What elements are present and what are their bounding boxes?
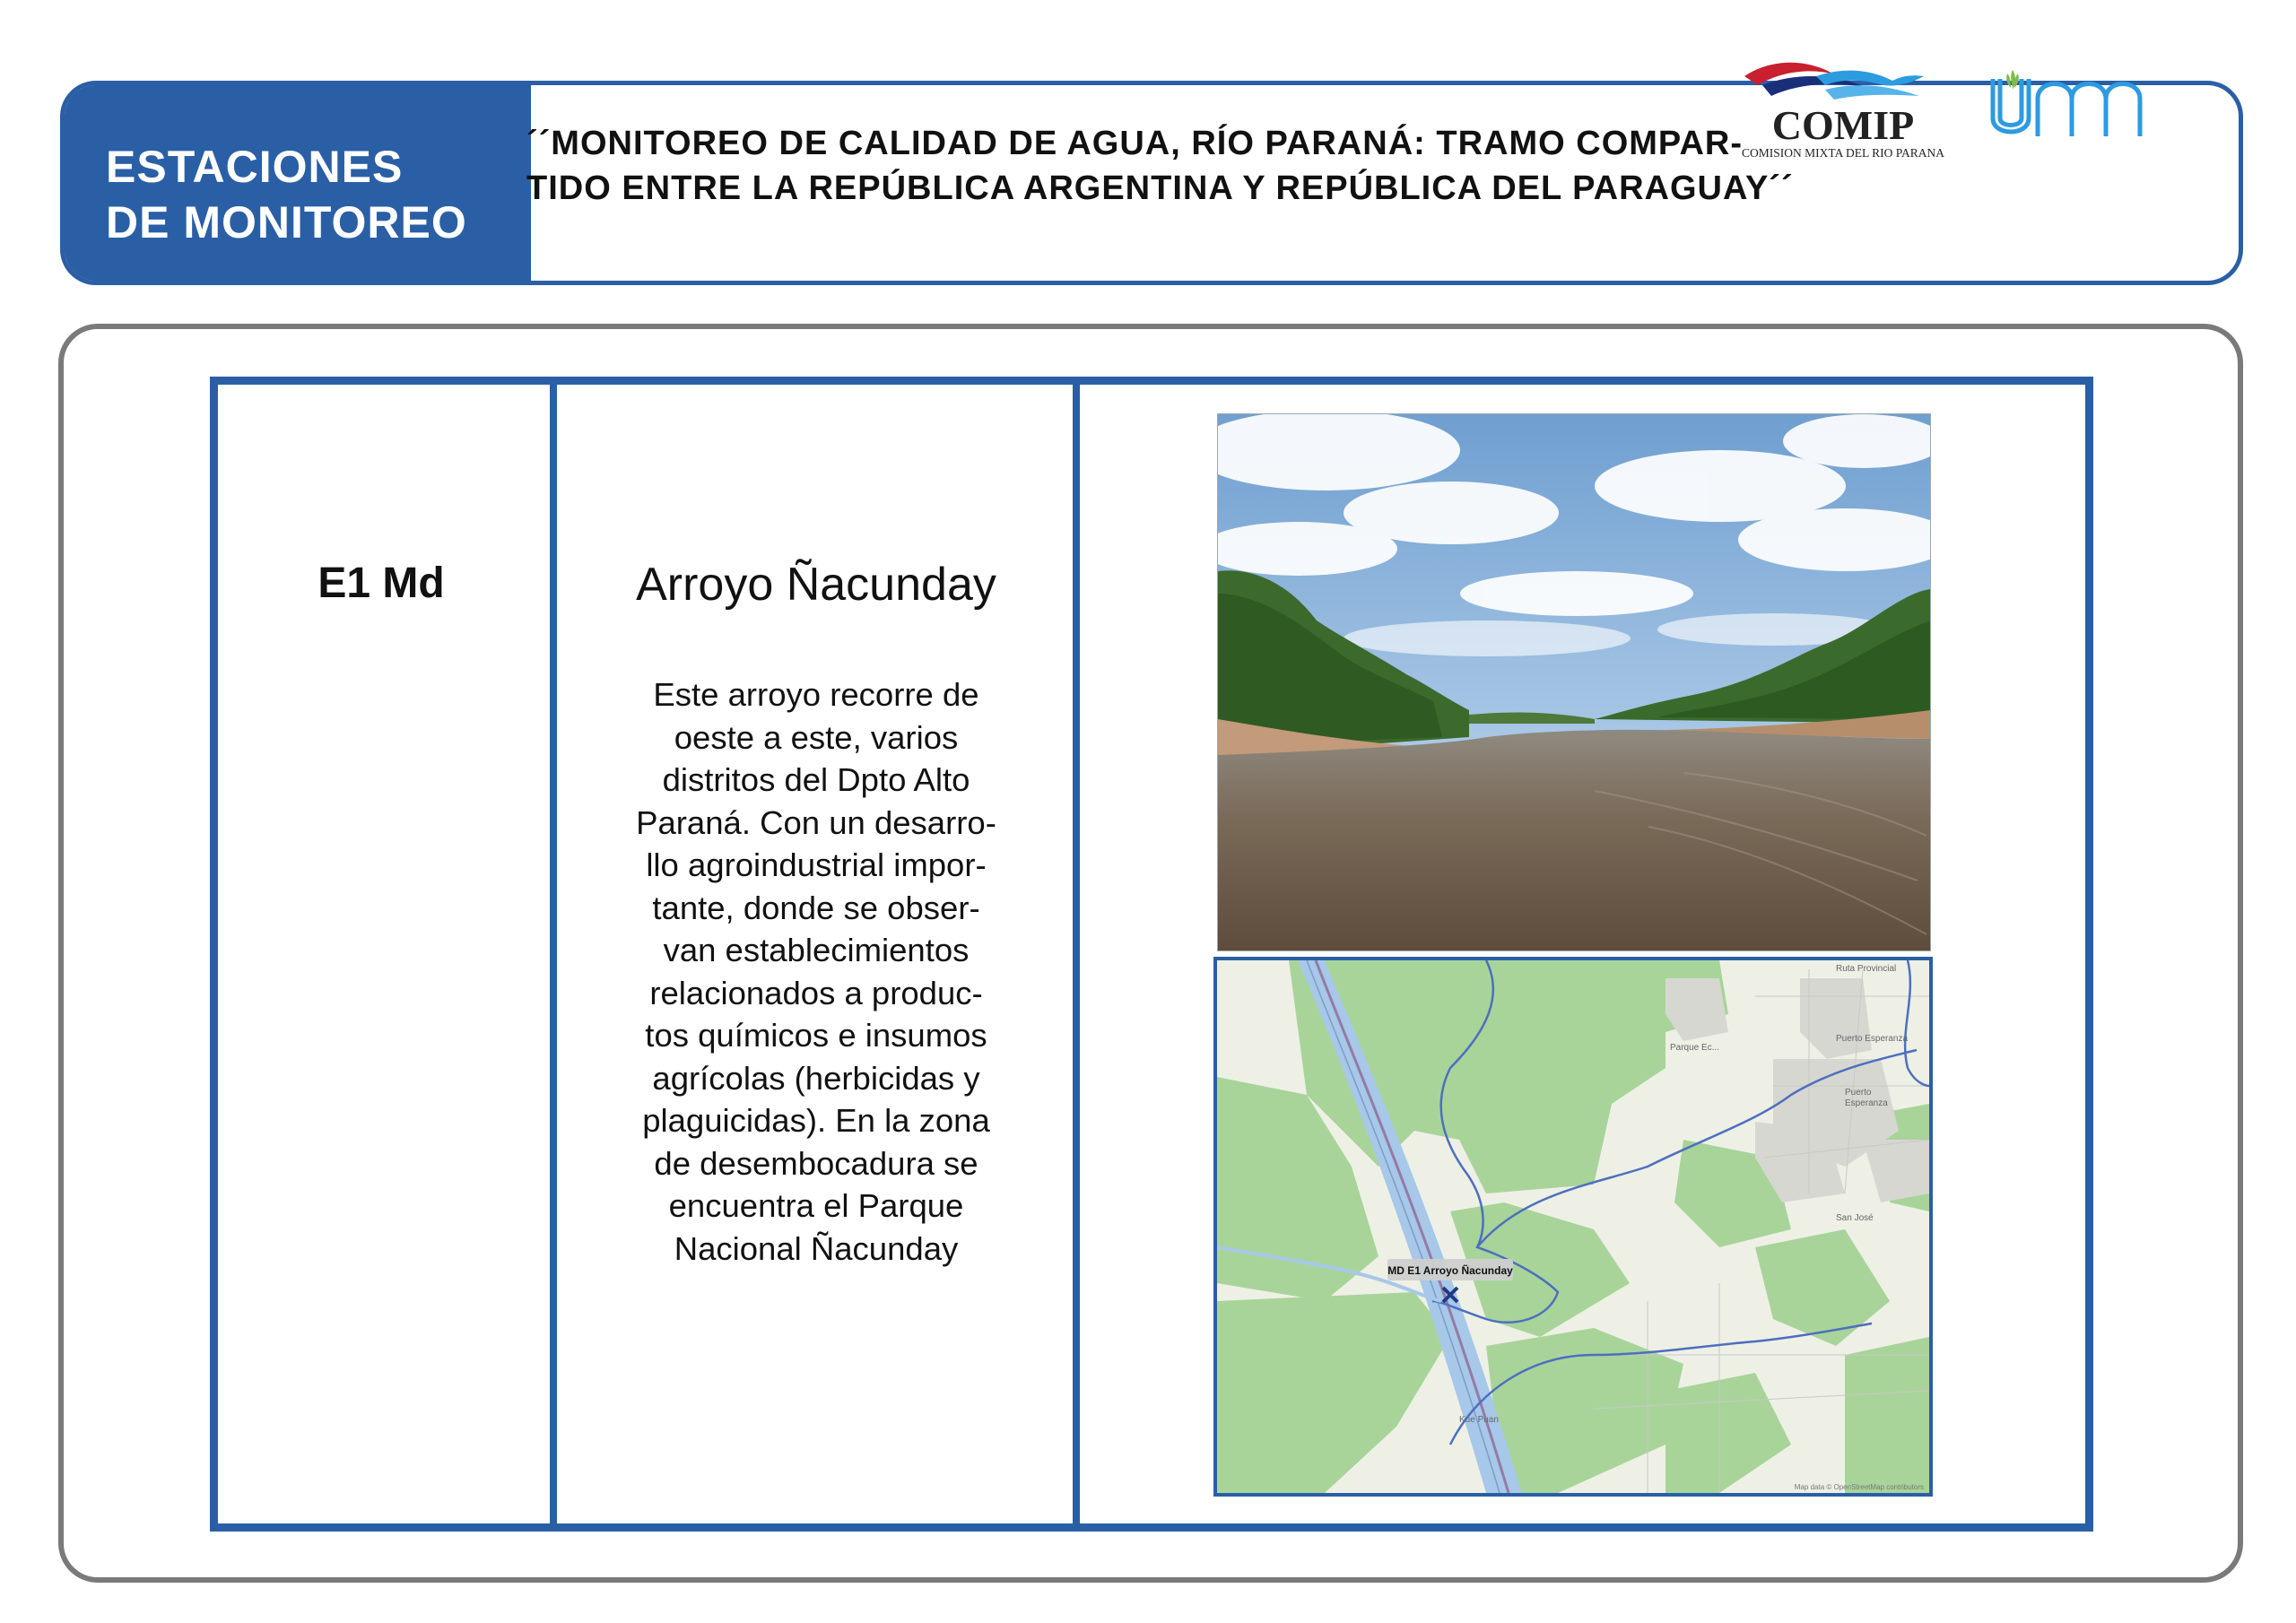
description-line: agrícolas (herbicidas y — [652, 1059, 980, 1097]
document-title-line2: TIDO ENTRE LA REPÚBLICA ARGENTINA Y REPÚ… — [526, 169, 1794, 207]
description-line: tante, donde se obser- — [652, 889, 980, 926]
station-name: Arroyo Ñacunday — [636, 559, 996, 611]
description-line: oeste a este, varios — [674, 718, 959, 756]
document-title: ´´MONITOREO DE CALIDAD DE AGUA, RÍO PARA… — [526, 121, 1818, 211]
description-line: encuentra el Parque — [668, 1187, 964, 1224]
comip-logo-subtext: COMISION MIXTA DEL RIO PARANA — [1742, 146, 1944, 160]
section-label-line1: ESTACIONES — [106, 142, 404, 192]
description-line: relacionados a produc- — [649, 974, 983, 1011]
unm-logo — [1990, 70, 2143, 136]
map-place-label: Parque Ec... — [1670, 1043, 1719, 1053]
description-line: Paraná. Con un desarro- — [636, 803, 996, 841]
document-title-line1: ´´MONITOREO DE CALIDAD DE AGUA, RÍO PARA… — [526, 125, 1743, 162]
map-place-label: Ruta Provincial — [1836, 964, 1896, 974]
description-line: de desembocadura se — [654, 1144, 978, 1182]
description-line: distritos del Dpto Alto — [662, 761, 970, 798]
map-place-label: Esperanza — [1845, 1098, 1888, 1108]
location-map: MD E1 Arroyo Ñacunday Parque Ec... Puert… — [1213, 957, 1933, 1497]
comip-logo-text: COMIP — [1772, 102, 1914, 148]
section-label-line2: DE MONITOREO — [106, 197, 467, 247]
description-line: Nacional Ñacunday — [674, 1229, 959, 1267]
description-line: tos químicos e insumos — [645, 1017, 987, 1054]
section-label: ESTACIONES DE MONITOREO — [65, 85, 486, 281]
map-place-label: San José — [1836, 1213, 1874, 1223]
description-line: van establecimientos — [663, 932, 970, 968]
description-line: plaguicidas). En la zona — [642, 1102, 990, 1139]
station-description: Este arroyo recorre de oeste a este, var… — [610, 673, 1022, 1270]
map-marker-label: MD E1 Arroyo Ñacunday — [1387, 1263, 1513, 1277]
map-attribution: Map data © OpenStreetMap contributors — [1795, 1483, 1924, 1491]
column-divider — [550, 385, 557, 1523]
station-code: E1 Md — [317, 560, 445, 607]
river-photo — [1217, 413, 1931, 951]
map-place-label: Puerto Esperanza — [1836, 1034, 1908, 1044]
description-line: llo agroindustrial impor- — [646, 846, 987, 883]
comip-logo: COMIP COMISION MIXTA DEL RIO PARANA — [1742, 62, 1944, 160]
description-line: Este arroyo recorre de — [653, 676, 979, 713]
map-place-label: Kue Puan — [1459, 1415, 1499, 1425]
map-place-label: Puerto — [1845, 1088, 1872, 1098]
column-divider — [1073, 385, 1080, 1523]
